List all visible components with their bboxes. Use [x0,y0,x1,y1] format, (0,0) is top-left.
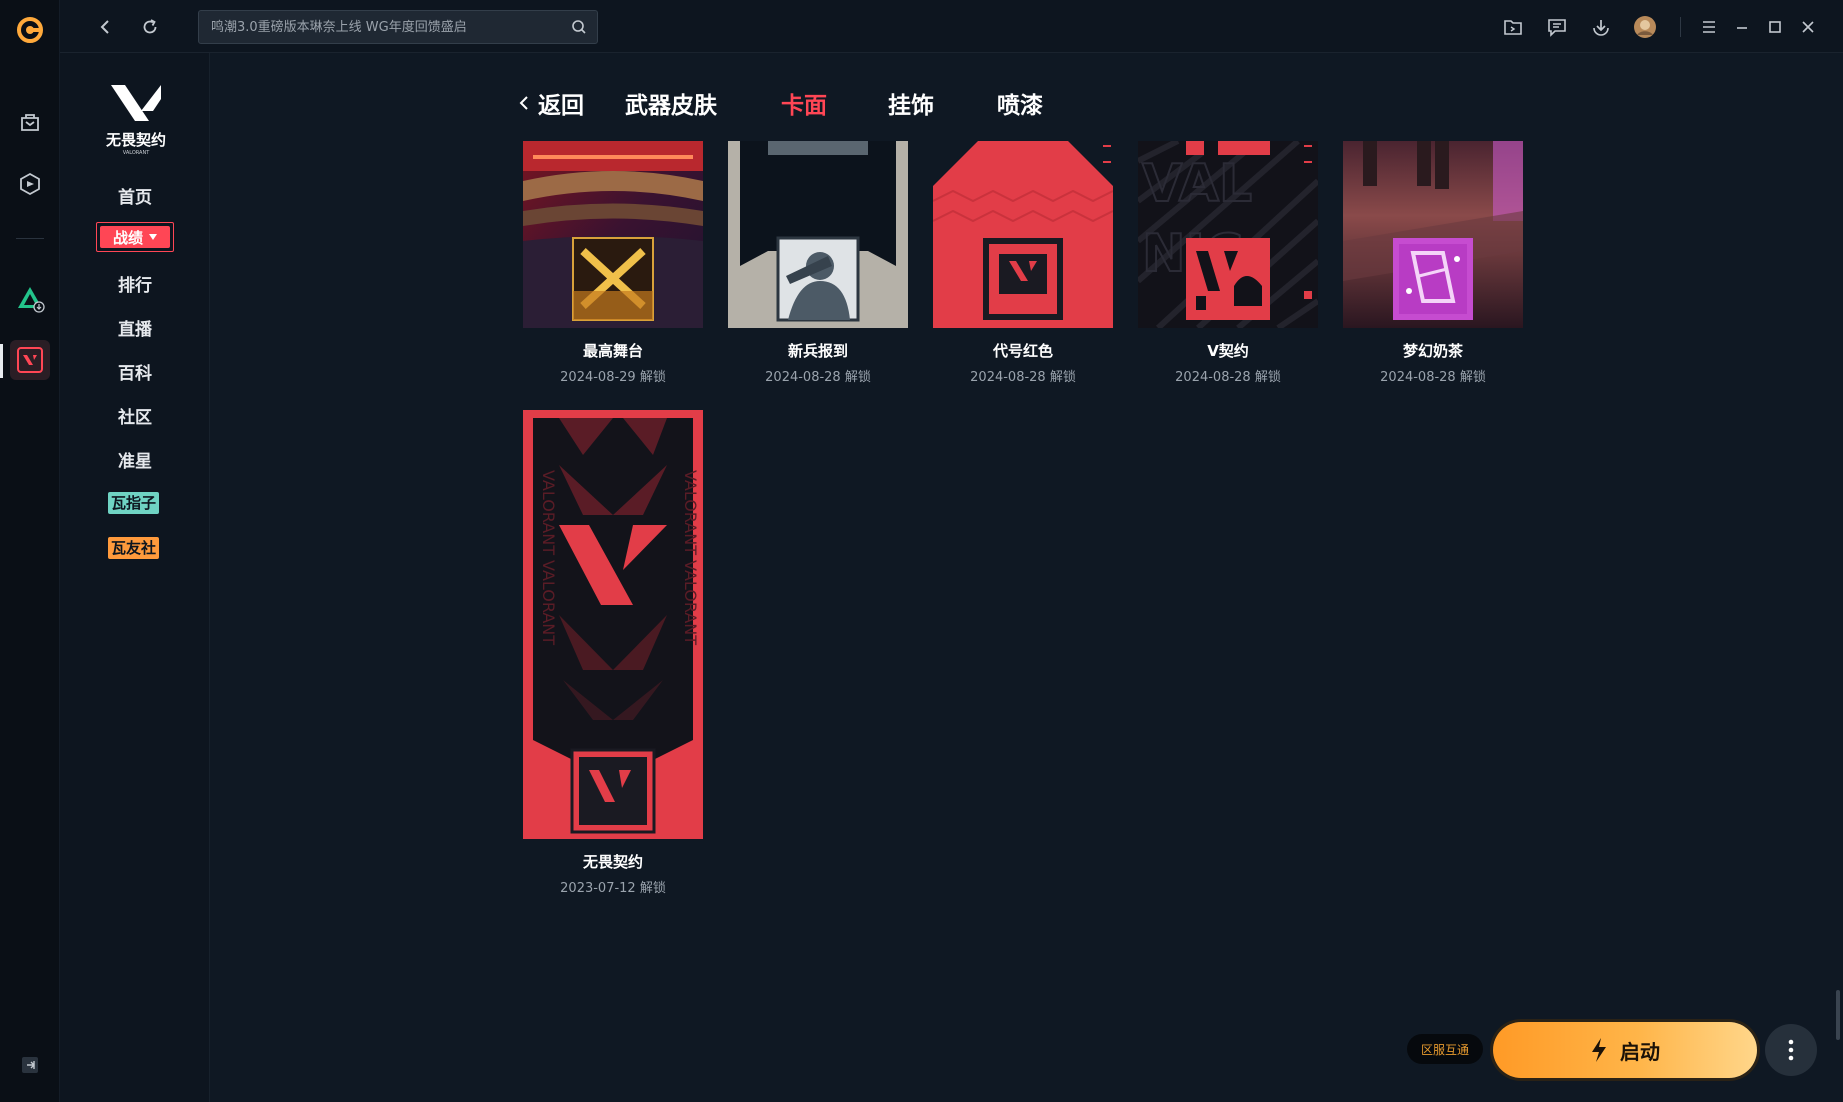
accelerator-icon[interactable] [10,164,50,204]
scrollbar[interactable] [1836,990,1840,1040]
search-box[interactable] [198,10,598,44]
card-image [523,141,703,328]
tab-weapon-skins[interactable]: 武器皮肤 [625,86,717,120]
logo-text: 无畏契约 [105,131,166,149]
back-arrow-icon[interactable] [93,14,119,40]
card-name: 最高舞台 [582,342,643,360]
search-input[interactable] [211,11,551,43]
nav-wazhizi[interactable]: 瓦指子 [108,492,160,514]
tab-sprays[interactable]: 喷漆 [997,86,1043,120]
nav-wiki[interactable]: 百科 [60,359,210,384]
player-card[interactable]: VAL NIC V契约 2024-08-28 解锁 [1138,141,1318,385]
close-icon[interactable] [1795,14,1821,40]
app-rail [0,0,60,1102]
back-button[interactable]: 返回 [518,86,584,120]
player-card[interactable]: 最高舞台 2024-08-29 解锁 [523,141,703,385]
card-unlock-date: 2024-08-28 解锁 [765,370,871,385]
lightning-icon [1592,1038,1606,1062]
menu-icon[interactable] [1696,14,1722,40]
nav-wayoushe[interactable]: 瓦友社 [108,537,160,559]
valorant-logo[interactable]: 无畏契约 VALORANT [96,81,176,159]
region-interop-button[interactable]: 区服互通 [1407,1034,1483,1064]
app-logo-icon[interactable] [10,10,50,50]
card-name: 新兵报到 [787,342,848,360]
player-card[interactable]: 梦幻奶茶 2024-08-28 解锁 [1343,141,1523,385]
card-unlock-date: 2024-08-28 解锁 [970,370,1076,385]
card-image [1343,141,1523,328]
card-name: 代号红色 [992,342,1053,360]
card-image [933,141,1113,328]
rail-divider [16,238,44,239]
top-bar [60,0,1843,53]
nav-live[interactable]: 直播 [60,315,210,340]
rail-active-indicator [0,344,3,378]
refresh-icon[interactable] [137,14,163,40]
nav-home[interactable]: 首页 [60,183,210,208]
store-icon[interactable] [10,102,50,142]
nav-crosshair[interactable]: 准星 [60,447,210,472]
card-image: VAL NIC [1138,141,1318,328]
card-name: 无畏契约 [582,853,643,871]
card-name: 梦幻奶茶 [1402,342,1463,360]
more-vertical-icon [1788,1039,1794,1061]
game-sidebar: 无畏契约 VALORANT 首页 战绩 排行 直播 百科 社区 准星 瓦指子 瓦… [60,53,210,1102]
topbar-divider [1680,17,1681,37]
nav-ranking[interactable]: 排行 [60,271,210,296]
card-name: V契约 [1207,342,1249,360]
logo-subtext: VALORANT [122,150,150,156]
more-options-button[interactable] [1765,1024,1817,1076]
nav-stats[interactable]: 战绩 [96,222,174,252]
download-icon[interactable] [1588,14,1614,40]
player-card[interactable]: 新兵报到 2024-08-28 解锁 [728,141,908,385]
card-unlock-date: 2024-08-29 解锁 [560,370,666,385]
svg-text:VAL: VAL [1142,154,1252,214]
game-shortcut-icon[interactable] [10,278,50,318]
nav-stats-label: 战绩 [112,228,143,247]
svg-text:VALORANT VALORANT: VALORANT VALORANT [539,470,558,645]
collapse-sidebar-icon[interactable] [10,1045,50,1085]
caret-down-icon [149,234,157,240]
card-image: VALORANT VALORANT VALORANT VALORANT [523,410,703,839]
back-chevron-icon [519,96,528,110]
card-unlock-date: 2023-07-12 解锁 [560,881,666,896]
card-unlock-date: 2024-08-28 解锁 [1380,370,1486,385]
tab-cards[interactable]: 卡面 [781,86,827,120]
minimize-icon[interactable] [1729,14,1755,40]
launch-button[interactable]: 启动 [1493,1022,1757,1078]
nav-community[interactable]: 社区 [60,403,210,428]
message-icon[interactable] [1544,14,1570,40]
maximize-icon[interactable] [1762,14,1788,40]
card-image [728,141,908,328]
folder-icon[interactable] [1500,14,1526,40]
launch-label: 启动 [1620,1041,1660,1064]
valorant-logo-icon [111,85,161,121]
card-unlock-date: 2024-08-28 解锁 [1175,370,1281,385]
player-card[interactable]: 代号红色 2024-08-28 解锁 [933,141,1113,385]
svg-text:VALORANT VALORANT: VALORANT VALORANT [681,470,700,645]
player-card[interactable]: VALORANT VALORANT VALORANT VALORANT 无畏契约… [523,410,703,896]
search-icon[interactable] [571,19,587,39]
avatar[interactable] [1632,14,1658,40]
valorant-game-icon[interactable] [10,340,50,380]
back-label: 返回 [538,93,585,119]
tab-charms[interactable]: 挂饰 [888,86,934,120]
